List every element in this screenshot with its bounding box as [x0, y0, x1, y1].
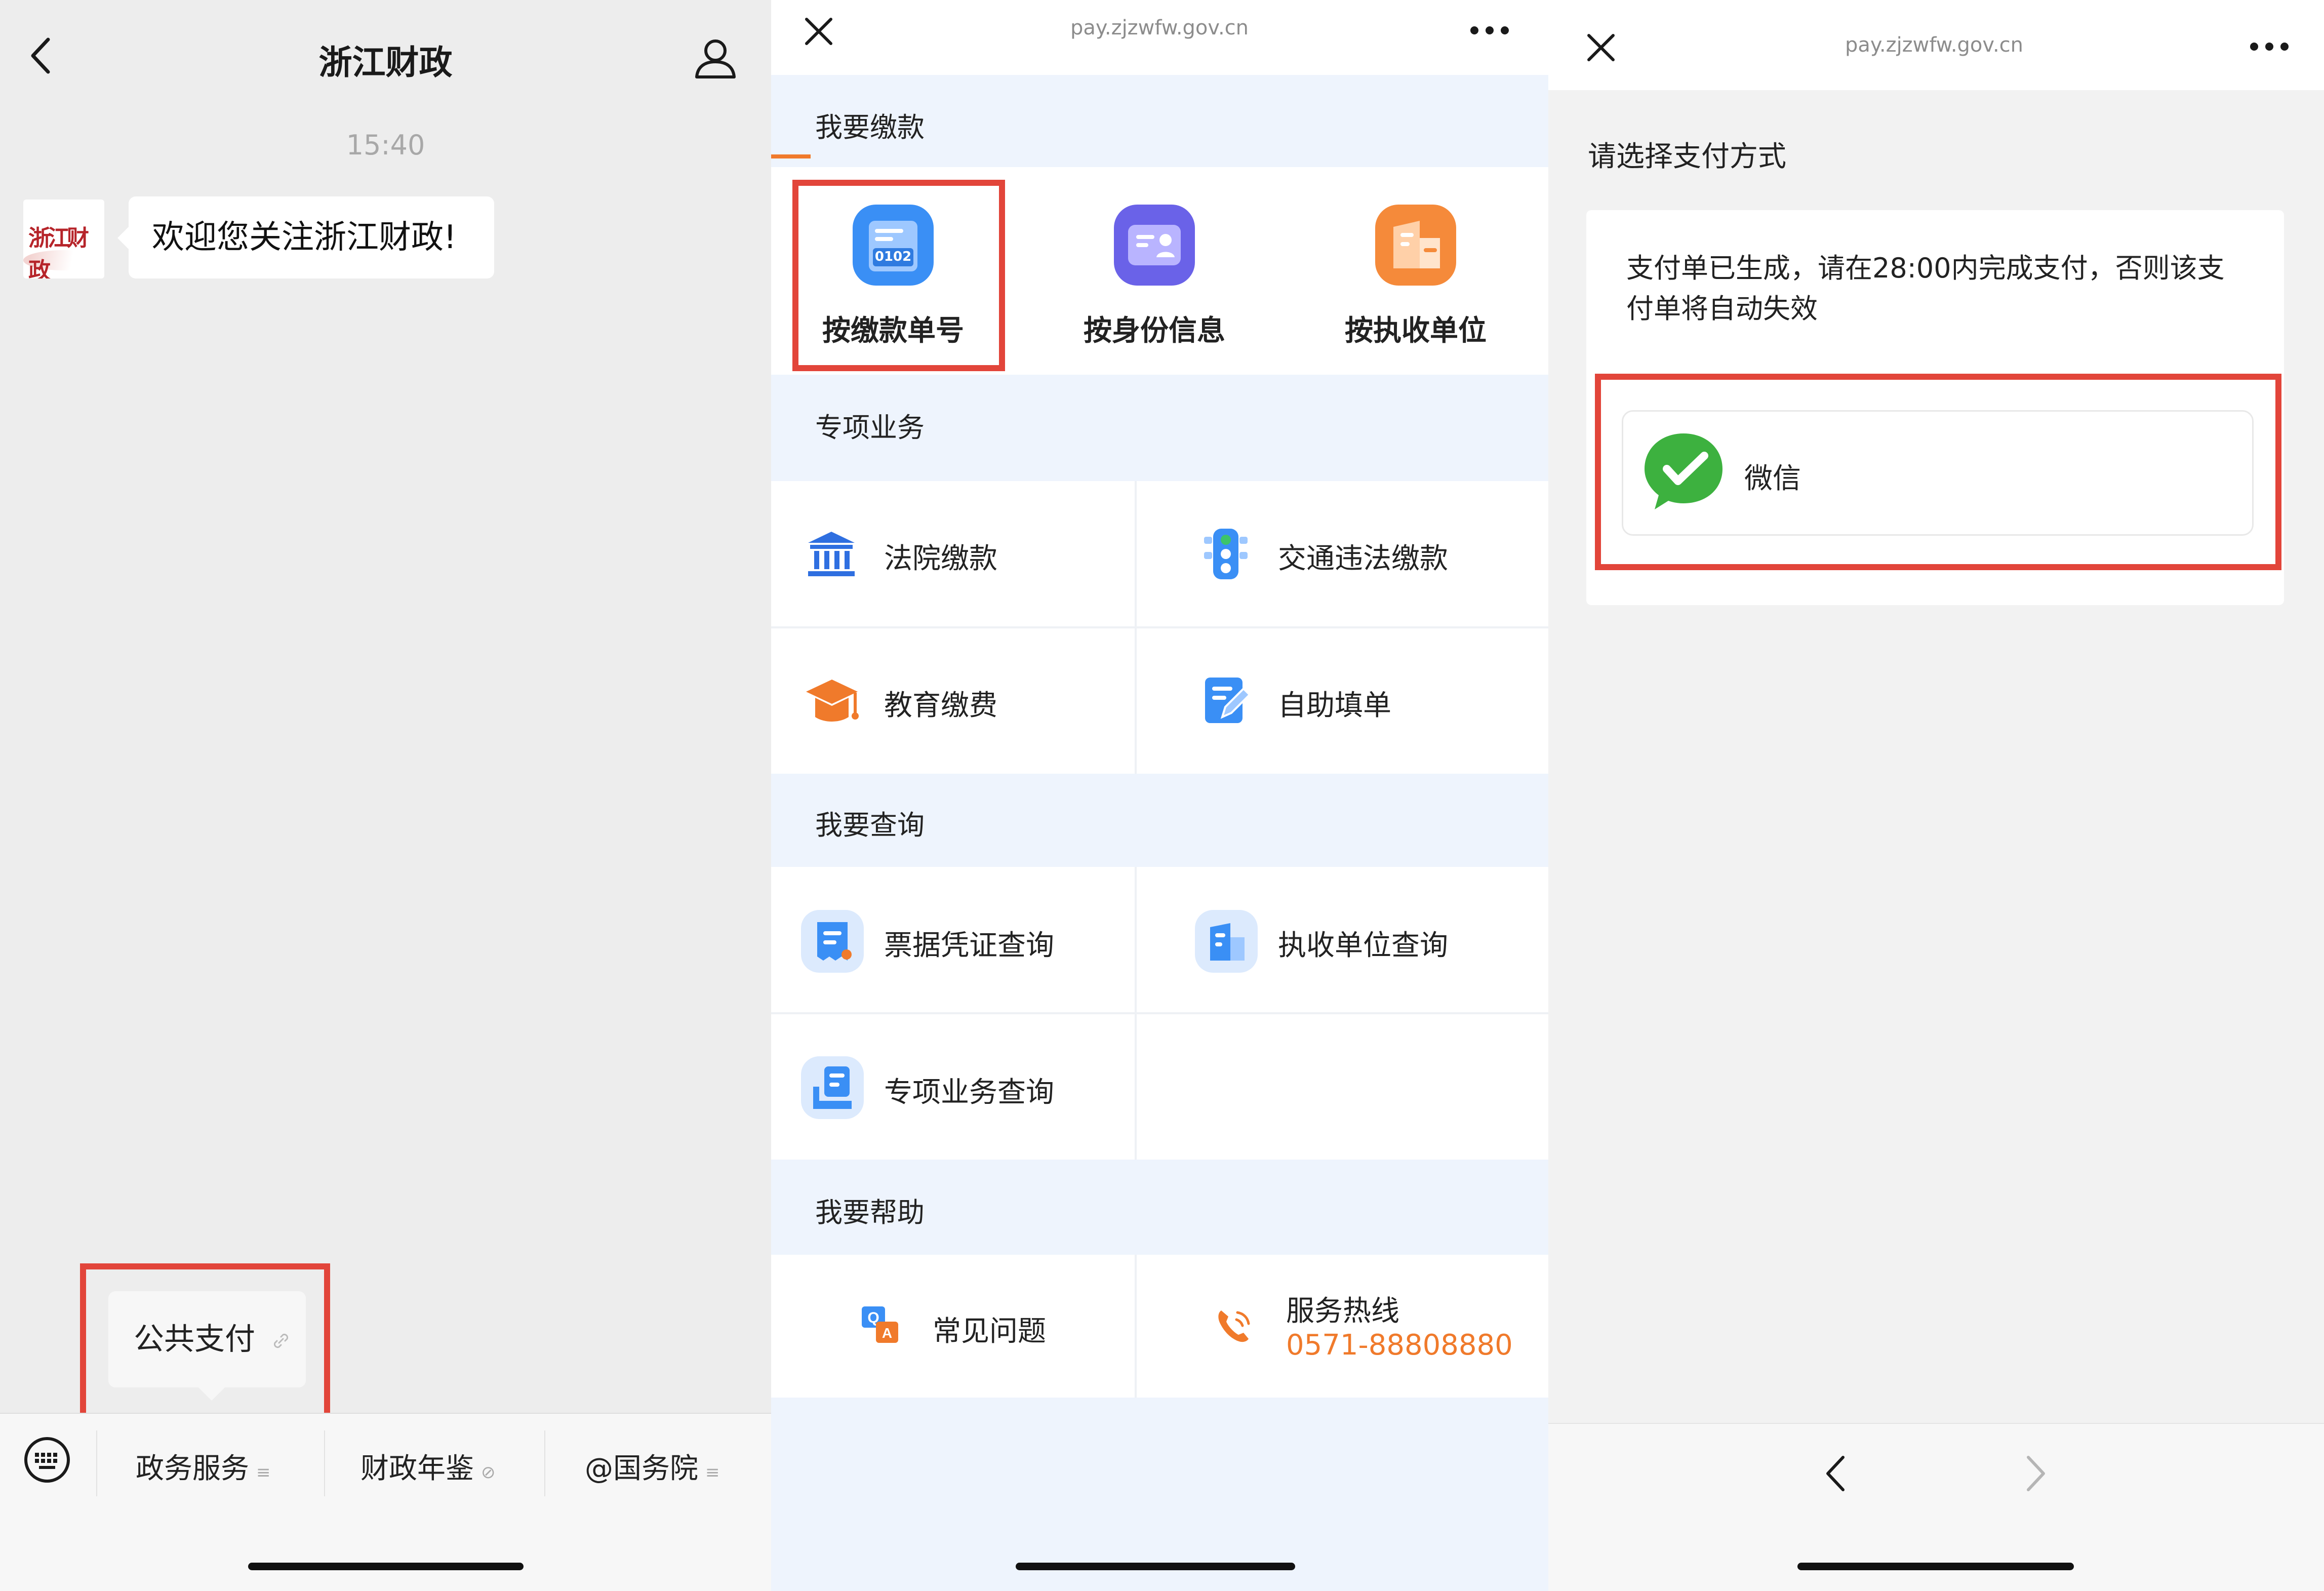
- section-title-help: 我要帮助: [815, 1197, 925, 1228]
- home-indicator: [1797, 1563, 2074, 1570]
- browser-forward-icon[interactable]: [2023, 1453, 2049, 1494]
- account-avatar[interactable]: 浙江财政: [23, 200, 104, 279]
- more-options-icon[interactable]: [2248, 41, 2291, 53]
- grid-divider: [771, 1012, 1548, 1014]
- pay-by-collector-icon: [1375, 205, 1456, 286]
- home-indicator: [248, 1563, 524, 1570]
- page-url: pay.zjzwfw.gov.cn: [1070, 16, 1249, 39]
- query-item-collector[interactable]: 执收单位查询: [1278, 923, 1448, 964]
- highlight-spacer: [80, 1263, 330, 1512]
- wechat-chat-panel: 浙江财政 15:40 浙江财政 欢迎您关注浙江财政! 公共支付 政务服务 ≡ 财政…: [0, 0, 771, 1591]
- court-icon: [808, 532, 855, 576]
- menu-item-state-council[interactable]: @国务院 ≡: [585, 1446, 720, 1487]
- home-indicator: [1016, 1563, 1295, 1570]
- highlight-box-bill-number: [792, 180, 1005, 371]
- close-icon[interactable]: [1585, 31, 1617, 64]
- payment-expiry-notice: 支付单已生成，请在28:00内完成支付，否则该支付单将自动失效: [1626, 252, 2225, 325]
- section-accent-underline: [771, 154, 811, 158]
- svg-text:A: A: [882, 1325, 892, 1341]
- more-options-icon[interactable]: [1468, 24, 1511, 36]
- section-title-query: 我要查询: [815, 809, 925, 841]
- message-timestamp: 15:40: [346, 129, 425, 161]
- keyboard-toggle-icon[interactable]: [23, 1436, 71, 1484]
- section-title-special: 专项业务: [815, 412, 925, 444]
- pay-option-label[interactable]: 按执收单位: [1323, 308, 1509, 349]
- hotline-label: 服务热线: [1286, 1295, 1399, 1328]
- menu-link-icon: ⊘: [481, 1462, 496, 1483]
- service-item-education[interactable]: 教育缴费: [884, 683, 997, 724]
- menu-item-finance-yearbook[interactable]: 财政年鉴 ⊘: [360, 1446, 496, 1487]
- grid-divider: [771, 626, 1548, 628]
- avatar-logo-text: 浙江财政: [28, 225, 89, 279]
- self-fill-form-icon: [1205, 678, 1251, 723]
- welcome-message-bubble: 欢迎您关注浙江财政!: [117, 196, 494, 279]
- education-cap-icon: [806, 680, 859, 722]
- receipt-query-icon: [801, 910, 864, 973]
- traffic-light-icon: [1204, 529, 1248, 579]
- menu-label: 财政年鉴: [360, 1452, 474, 1485]
- profile-icon[interactable]: [693, 36, 738, 80]
- close-icon[interactable]: [803, 15, 835, 48]
- query-item-receipt[interactable]: 票据凭证查询: [884, 923, 1054, 964]
- hotline-phone-icon: [1218, 1310, 1250, 1342]
- page-url: pay.zjzwfw.gov.cn: [1845, 33, 2024, 57]
- payment-method-heading: 请选择支付方式: [1588, 140, 1786, 173]
- menu-divider: [544, 1430, 545, 1496]
- special-query-icon: [801, 1056, 864, 1119]
- pay-by-id-icon: [1114, 205, 1195, 286]
- service-item-self-fill[interactable]: 自助填单: [1278, 683, 1391, 724]
- help-item-faq[interactable]: 常见问题: [933, 1308, 1046, 1349]
- query-item-special[interactable]: 专项业务查询: [884, 1069, 1054, 1110]
- section-title-pay: 我要缴款: [815, 111, 925, 143]
- service-item-court[interactable]: 法院缴款: [884, 536, 997, 577]
- hotline-number-link[interactable]: 0571-88808880: [1286, 1329, 1513, 1362]
- chat-title: 浙江财政: [318, 43, 453, 82]
- collector-query-icon: [1195, 910, 1258, 973]
- highlight-box-wechat-pay: [1595, 374, 2281, 570]
- service-item-traffic-fine[interactable]: 交通违法缴款: [1278, 536, 1448, 577]
- browser-back-icon[interactable]: [1823, 1453, 1848, 1494]
- pay-option-label[interactable]: 按身份信息: [1061, 308, 1248, 349]
- grid-divider: [1135, 1255, 1137, 1398]
- faq-icon: Q A: [862, 1306, 898, 1343]
- menu-label: @国务院: [585, 1452, 698, 1485]
- menu-list-icon: ≡: [705, 1462, 720, 1483]
